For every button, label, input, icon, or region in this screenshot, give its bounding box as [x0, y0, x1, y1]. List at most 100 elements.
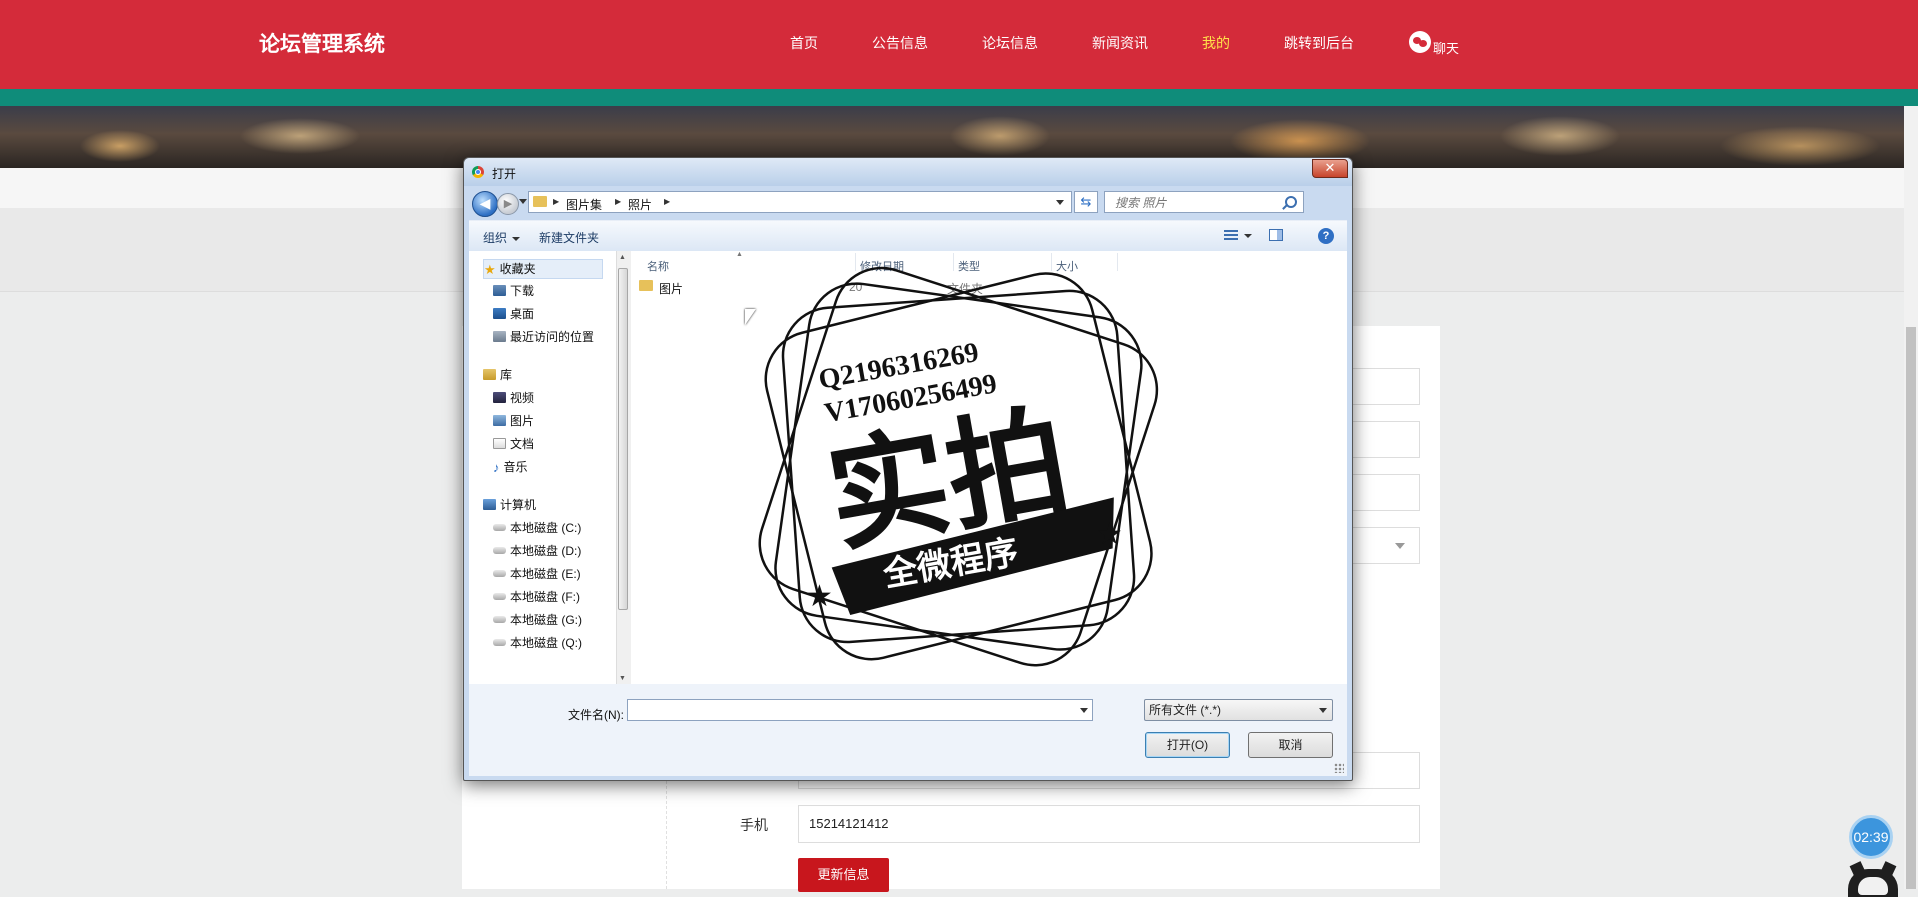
nav-tree-label: 音乐: [503, 460, 528, 474]
nav-pane-scrollbar-thumb[interactable]: [618, 268, 628, 610]
folder-icon: [639, 280, 653, 291]
chevron-right-icon[interactable]: ▶: [615, 197, 621, 206]
refresh-button[interactable]: ⇆: [1074, 191, 1098, 213]
organize-label: 组织: [483, 231, 508, 245]
nav-tree-item[interactable]: 下载: [493, 282, 534, 299]
filename-combobox[interactable]: [627, 699, 1093, 721]
new-folder-button[interactable]: 新建文件夹: [539, 229, 599, 246]
phone-input[interactable]: 15214121412: [798, 805, 1420, 843]
history-dropdown-icon[interactable]: [519, 199, 527, 204]
address-bar[interactable]: ▶ 图片集 ▶ 照片 ▶: [528, 191, 1072, 213]
nav-tree-item[interactable]: 文档: [493, 435, 534, 452]
nav-tree-item[interactable]: 本地磁盘 (D:): [493, 542, 581, 559]
view-list-icon[interactable]: [1224, 230, 1238, 241]
nav-tree-item[interactable]: 桌面: [493, 305, 534, 322]
nav-tree-item[interactable]: ♪ 音乐: [493, 458, 528, 475]
nav-home[interactable]: 首页: [790, 33, 818, 53]
filename-input[interactable]: [632, 701, 1076, 721]
nav-tree-item[interactable]: 库: [483, 366, 512, 383]
organize-menu[interactable]: 组织: [483, 229, 521, 246]
column-separator[interactable]: [1051, 253, 1052, 271]
cancel-button[interactable]: 取消: [1248, 732, 1333, 758]
nav-tree-item[interactable]: 最近访问的位置: [493, 328, 594, 345]
nav-tree-label: 桌面: [510, 307, 535, 321]
nav-tree-label: 计算机: [500, 498, 537, 512]
page-scrollbar-thumb[interactable]: [1906, 327, 1916, 889]
drive-icon: [493, 547, 506, 554]
file-type-filter[interactable]: 所有文件 (*.*): [1144, 699, 1333, 721]
resize-grip[interactable]: [1334, 763, 1344, 773]
drive-icon: [493, 616, 506, 623]
nav-tree-item[interactable]: 图片: [493, 412, 534, 429]
file-list-pane: 名称 ▲ 修改日期 类型 大小 图片 20 文件夹: [631, 251, 1347, 684]
nav-tree-item[interactable]: 本地磁盘 (Q:): [493, 634, 582, 651]
drive-c-icon: [493, 524, 506, 531]
file-type: 文件夹: [947, 282, 984, 296]
nav-tree-label: 视频: [510, 391, 535, 405]
filename-dropdown-icon[interactable]: [1080, 708, 1088, 713]
chevron-right-icon[interactable]: ▶: [553, 197, 559, 206]
nav-tree-item[interactable]: 本地磁盘 (E:): [493, 565, 581, 582]
drive-icon: [493, 593, 506, 600]
breadcrumb-pictures[interactable]: 图片集: [566, 196, 602, 213]
address-dropdown-icon[interactable]: [1056, 200, 1064, 205]
nav-tree-label: 下载: [510, 284, 535, 298]
nav-tree-item[interactable]: 本地磁盘 (G:): [493, 611, 582, 628]
dialog-titlebar[interactable]: [464, 158, 1352, 186]
view-options-caret-icon[interactable]: [1244, 234, 1252, 238]
file-date: 20: [849, 280, 863, 294]
column-separator[interactable]: [1117, 253, 1118, 271]
preview-pane-icon[interactable]: [1269, 229, 1283, 241]
file-row[interactable]: 图片 20 文件夹: [635, 277, 1335, 297]
drive-icon: [493, 639, 506, 646]
forward-button[interactable]: ▶: [497, 193, 519, 215]
column-header-name[interactable]: 名称: [647, 258, 669, 274]
chevron-down-icon: [1319, 708, 1327, 713]
nav-tree-item[interactable]: 计算机: [483, 496, 536, 513]
site-title[interactable]: 论坛管理系统: [259, 28, 385, 58]
nav-tree-item[interactable]: ★ 收藏夹: [483, 259, 603, 279]
help-icon[interactable]: ?: [1318, 228, 1334, 244]
search-input[interactable]: [1113, 193, 1277, 213]
column-header-size[interactable]: 大小: [1056, 258, 1078, 274]
column-separator[interactable]: [953, 253, 954, 271]
recent-places-icon: [493, 331, 506, 342]
nav-chat[interactable]: 聊天: [1433, 38, 1459, 57]
column-header-type[interactable]: 类型: [958, 258, 980, 274]
star-icon: ★: [484, 262, 496, 277]
nav-news[interactable]: 新闻资讯: [1092, 33, 1148, 53]
documents-icon: [493, 438, 506, 449]
timer-badge: 02:39: [1849, 815, 1893, 859]
nav-tree-item[interactable]: 视频: [493, 389, 534, 406]
mascot-icon[interactable]: [1848, 869, 1898, 897]
column-separator[interactable]: [855, 253, 856, 271]
scroll-up-icon[interactable]: ▲: [619, 254, 626, 261]
nav-announcements[interactable]: 公告信息: [872, 33, 928, 53]
column-header-date[interactable]: 修改日期: [860, 258, 904, 274]
chat-icon[interactable]: [1409, 31, 1431, 53]
breadcrumb-photos[interactable]: 照片: [628, 196, 652, 213]
nav-tree-label: 文档: [510, 437, 535, 451]
back-button[interactable]: ◀: [472, 191, 498, 217]
nav-tree-item[interactable]: 本地磁盘 (C:): [493, 519, 581, 536]
search-box[interactable]: [1104, 191, 1304, 213]
nav-mine[interactable]: 我的: [1202, 33, 1230, 53]
video-icon: [493, 392, 506, 403]
dialog-footer: 文件名(N): 所有文件 (*.*) 打开(O) 取消: [469, 684, 1347, 776]
scroll-down-icon[interactable]: ▼: [619, 675, 626, 682]
nav-tree-label: 本地磁盘 (D:): [510, 544, 582, 558]
nav-tree-label: 本地磁盘 (F:): [510, 590, 580, 604]
nav-forum[interactable]: 论坛信息: [982, 33, 1038, 53]
sort-ascending-icon: ▲: [736, 251, 743, 258]
chevron-right-icon[interactable]: ▶: [664, 197, 670, 206]
filename-label: 文件名(N):: [568, 708, 624, 722]
close-button[interactable]: ✕: [1312, 159, 1348, 178]
folder-icon: [533, 196, 547, 207]
update-info-button[interactable]: 更新信息: [798, 858, 889, 892]
nav-tree-item[interactable]: 本地磁盘 (F:): [493, 588, 580, 605]
music-icon: ♪: [493, 460, 500, 475]
open-button[interactable]: 打开(O): [1145, 732, 1230, 758]
search-icon[interactable]: [1285, 196, 1297, 208]
file-name: 图片: [659, 282, 684, 296]
nav-backend[interactable]: 跳转到后台: [1284, 33, 1354, 53]
